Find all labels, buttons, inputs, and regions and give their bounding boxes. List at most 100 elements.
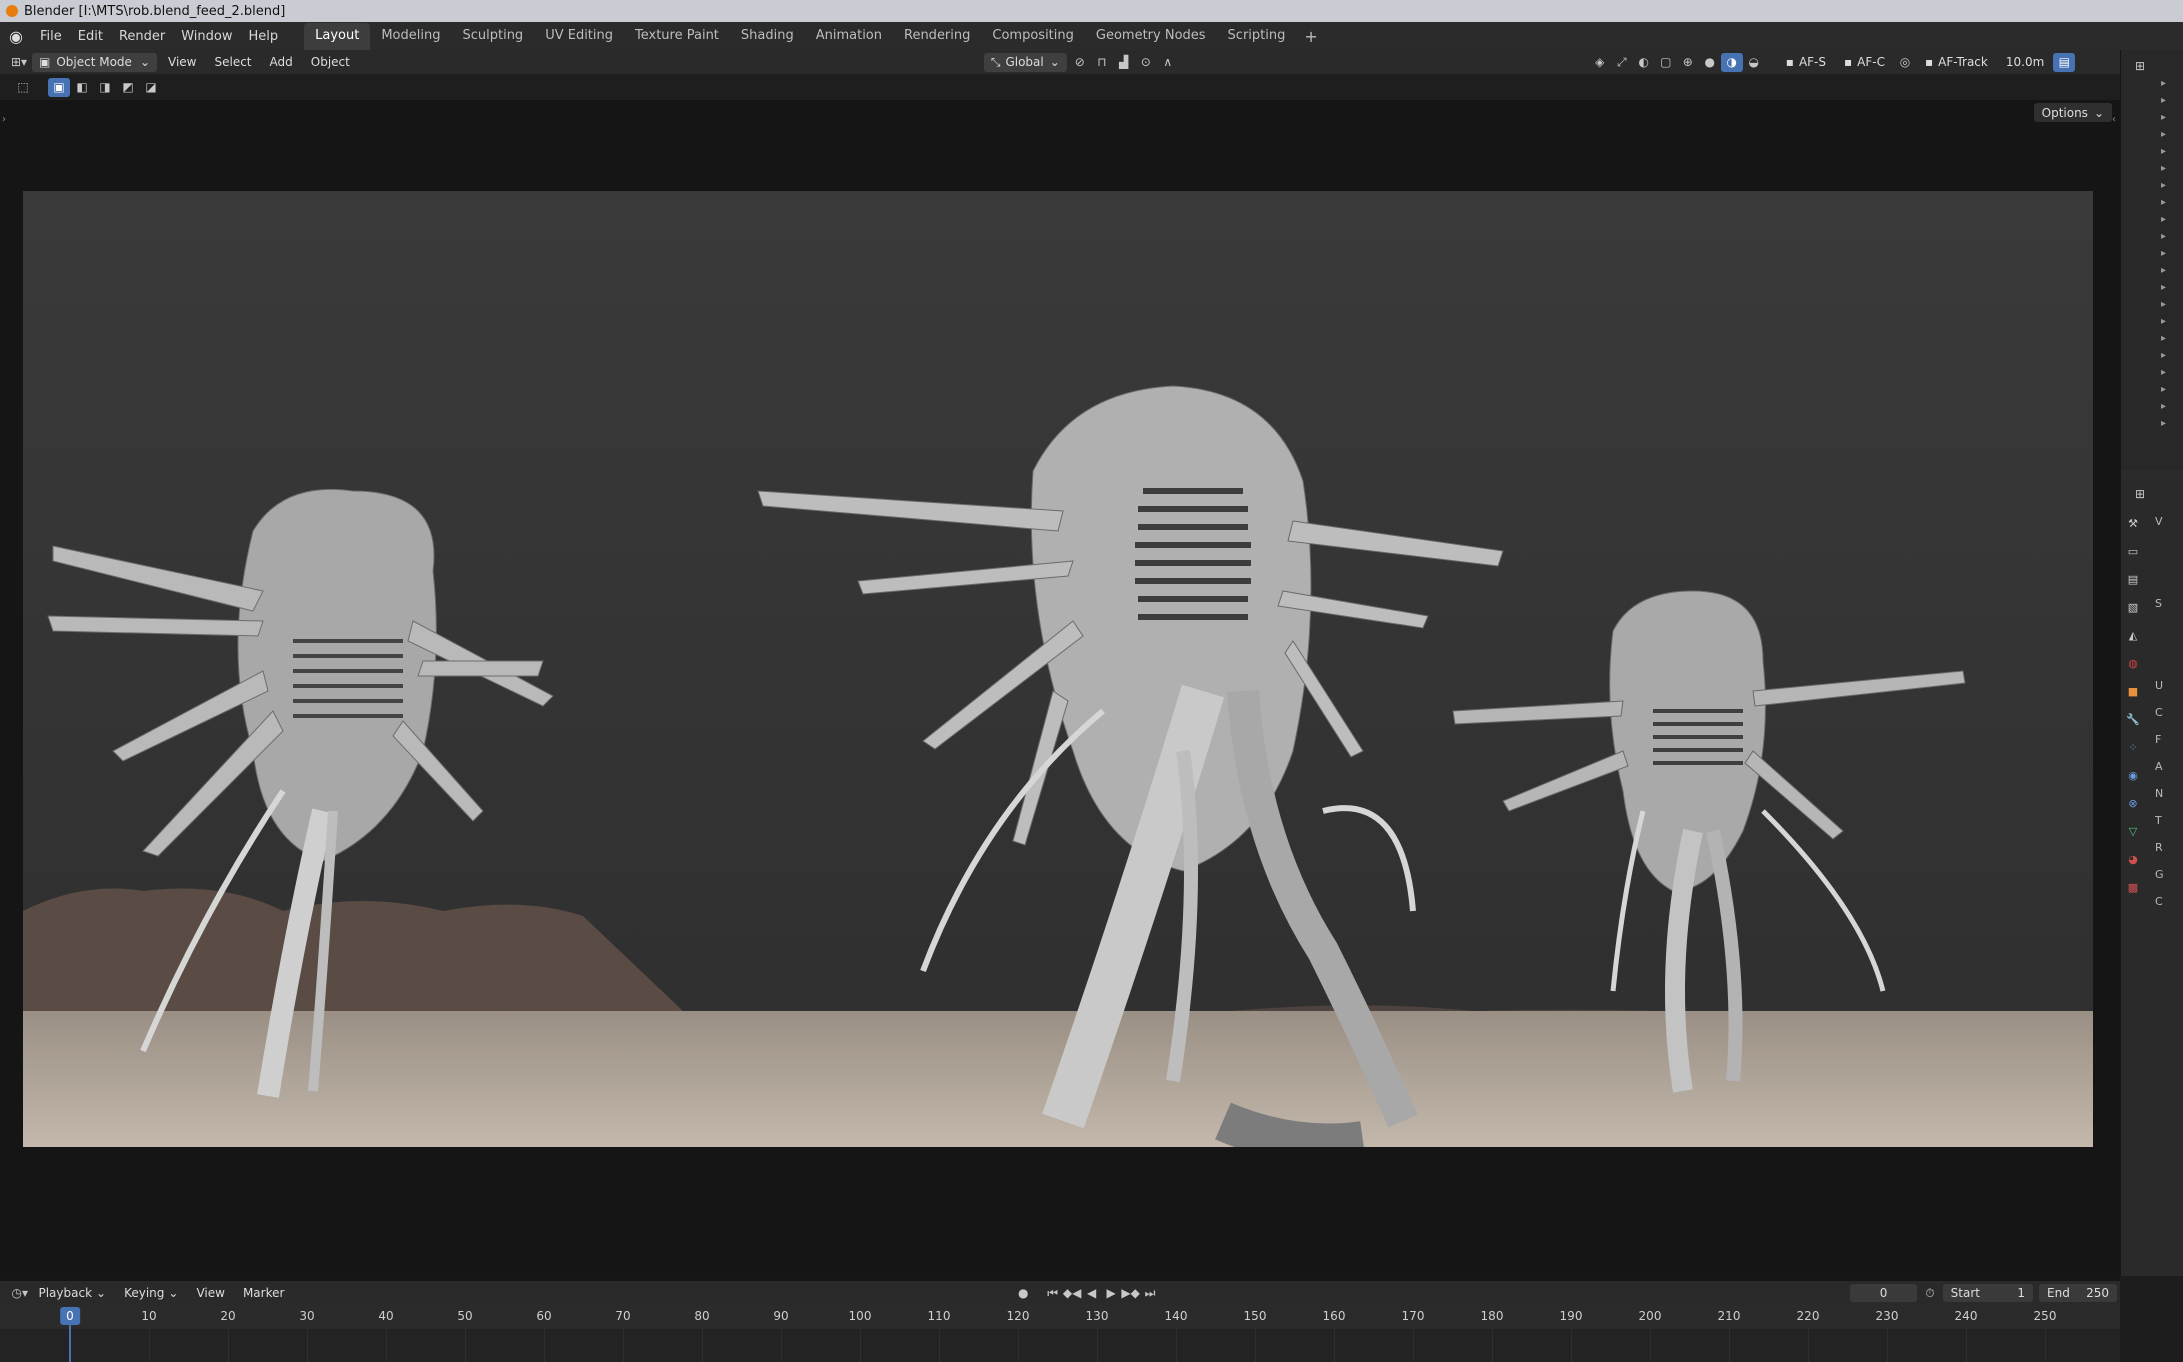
properties-editor[interactable]: ⊞ ⚒ ▭ ▤ ▧ ◭ ◍ ■ 🔧 ⁘ ◉ ⊗ ▽ ◕ ▩ V S U C F … (2121, 478, 2183, 1276)
select-intersect-icon[interactable]: ◪ (140, 78, 162, 97)
outliner-row[interactable]: ▸ (2121, 245, 2183, 262)
sidebar-expand-icon[interactable]: ‹ (2112, 114, 2116, 125)
tab-animation[interactable]: Animation (805, 23, 893, 50)
rendered-shading-icon[interactable]: ◒ (1743, 53, 1765, 72)
timeline-menu-view[interactable]: View (189, 1284, 231, 1303)
focus-distance[interactable]: 10.0m (1999, 53, 2051, 72)
wireframe-shading-icon[interactable]: ⊕ (1677, 53, 1699, 72)
prev-keyframe-icon[interactable]: ◆◀ (1062, 1284, 1081, 1303)
select-new-icon[interactable]: ▣ (48, 77, 70, 97)
output-tab-icon[interactable]: ▤ (2124, 570, 2142, 588)
clock-icon[interactable]: ◷▾ (10, 1284, 29, 1303)
tab-uv-editing[interactable]: UV Editing (534, 23, 624, 50)
tab-texture-paint[interactable]: Texture Paint (624, 23, 730, 50)
outliner-editor-icon[interactable]: ⊞ (2129, 56, 2151, 75)
menu-edit[interactable]: Edit (70, 25, 111, 48)
menu-help[interactable]: Help (241, 25, 287, 48)
play-reverse-icon[interactable]: ◀ (1082, 1284, 1101, 1303)
outliner-row[interactable]: ▸ (2121, 398, 2183, 415)
menu-view[interactable]: View (161, 53, 203, 72)
tab-scripting[interactable]: Scripting (1217, 23, 1297, 50)
panel-header[interactable]: S (2147, 590, 2183, 617)
outliner-row[interactable]: ▸ (2121, 177, 2183, 194)
texture-tab-icon[interactable]: ▩ (2124, 878, 2142, 896)
outliner-row[interactable]: ▸ (2121, 194, 2183, 211)
pivot-point-icon[interactable]: ⊘ (1069, 53, 1091, 72)
outliner-row[interactable]: ▸ (2121, 347, 2183, 364)
outliner-row[interactable]: ▸ (2121, 313, 2183, 330)
material-shading-icon[interactable]: ◑ (1720, 52, 1743, 72)
menu-add[interactable]: Add (263, 53, 300, 72)
editor-type-icon[interactable]: ⊞▾ (8, 53, 30, 72)
tool-tab-icon[interactable]: ⚒ (2124, 514, 2142, 532)
menu-select[interactable]: Select (207, 53, 258, 72)
select-subtract-icon[interactable]: ◨ (94, 78, 116, 97)
add-workspace-button[interactable]: + (1296, 23, 1325, 50)
outliner-row[interactable]: ▸ (2121, 415, 2183, 432)
outliner-row[interactable]: ▸ (2121, 330, 2183, 347)
scene-tab-icon[interactable]: ◭ (2124, 626, 2142, 644)
timeline-menu-marker[interactable]: Marker (236, 1284, 291, 1303)
toolbar-expand-icon[interactable]: › (2, 114, 6, 125)
af-track-button[interactable]: ▪ AF-Track (1918, 53, 1995, 72)
outliner-row[interactable]: ▸ (2121, 279, 2183, 296)
tab-layout[interactable]: Layout (304, 22, 371, 50)
panel-header[interactable]: G (2147, 861, 2183, 888)
visibility-icon[interactable]: ◈ (1589, 53, 1611, 72)
outliner-row[interactable]: ▸ (2121, 109, 2183, 126)
outliner-row[interactable]: ▸ (2121, 296, 2183, 313)
select-tool-icon[interactable]: ⬚ (12, 78, 34, 97)
outliner-row[interactable]: ▸ (2121, 262, 2183, 279)
panel-header[interactable]: T (2147, 807, 2183, 834)
world-tab-icon[interactable]: ◍ (2124, 654, 2142, 672)
snap-target-icon[interactable]: ▟ (1113, 53, 1135, 72)
outliner-row[interactable]: ▸ (2121, 126, 2183, 143)
play-icon[interactable]: ▶ (1101, 1284, 1120, 1303)
3d-viewport[interactable]: Options ⌄ › ‹ (0, 100, 2120, 1276)
outliner-row[interactable]: ▸ (2121, 160, 2183, 177)
physics-tab-icon[interactable]: ◉ (2124, 766, 2142, 784)
xray-icon[interactable]: ▢ (1655, 53, 1677, 72)
stopwatch-icon[interactable]: ⏱ (1920, 1284, 1939, 1303)
record-icon[interactable]: ● (1013, 1284, 1032, 1303)
panel-header[interactable]: C (2147, 699, 2183, 726)
render-tab-icon[interactable]: ▭ (2124, 542, 2142, 560)
constraints-tab-icon[interactable]: ⊗ (2124, 794, 2142, 812)
next-keyframe-icon[interactable]: ▶◆ (1121, 1284, 1140, 1303)
outliner-row[interactable]: ▸ (2121, 92, 2183, 109)
menu-window[interactable]: Window (173, 25, 240, 48)
falloff-icon[interactable]: ∧ (1157, 53, 1179, 72)
end-frame-field[interactable]: End 250 (2039, 1284, 2118, 1302)
keying-dropdown[interactable]: Keying ⌄ (117, 1284, 185, 1303)
panel-header[interactable]: F (2147, 726, 2183, 753)
view-layer-tab-icon[interactable]: ▧ (2124, 598, 2142, 616)
outliner[interactable]: ⊞ ▸ ▸ ▸ ▸ ▸ ▸ ▸ ▸ ▸ ▸ ▸ ▸ ▸ ▸ ▸ ▸ ▸ ▸ ▸ … (2121, 50, 2183, 470)
current-frame-field[interactable]: 0 (1849, 1284, 1918, 1302)
af-s-button[interactable]: ▪ AF-S (1779, 53, 1833, 72)
toggle-panel-icon[interactable]: ▤ (2053, 52, 2076, 72)
tab-geometry-nodes[interactable]: Geometry Nodes (1085, 23, 1217, 50)
overlay-icon[interactable]: ◐ (1633, 53, 1655, 72)
playhead-line[interactable] (69, 1325, 71, 1362)
particles-tab-icon[interactable]: ⁘ (2124, 738, 2142, 756)
options-dropdown[interactable]: Options ⌄ (2033, 103, 2112, 122)
gizmo-icon[interactable]: ⤢ (1611, 53, 1633, 72)
timeline-area[interactable]: 10 20 30 40 50 60 70 80 90 100 110 120 130 140 150 160 1… (0, 1305, 2120, 1362)
data-tab-icon[interactable]: ▽ (2124, 822, 2142, 840)
mode-dropdown[interactable]: ▣ Object Mode ⌄ (32, 52, 157, 72)
menu-file[interactable]: File (32, 25, 70, 48)
tab-modeling[interactable]: Modeling (370, 23, 451, 50)
menu-object[interactable]: Object (304, 53, 357, 72)
solid-shading-icon[interactable]: ● (1699, 53, 1721, 72)
tab-rendering[interactable]: Rendering (893, 23, 981, 50)
object-tab-icon[interactable]: ■ (2124, 682, 2142, 700)
material-tab-icon[interactable]: ◕ (2124, 850, 2142, 868)
blender-menu-icon[interactable]: ◉ (0, 22, 32, 50)
playback-dropdown[interactable]: Playback ⌄ (31, 1284, 113, 1303)
select-extend-icon[interactable]: ◧ (71, 78, 93, 97)
outliner-row[interactable]: ▸ (2121, 381, 2183, 398)
tab-shading[interactable]: Shading (730, 23, 805, 50)
panel-header[interactable]: N (2147, 780, 2183, 807)
outliner-row[interactable]: ▸ (2121, 211, 2183, 228)
jump-start-icon[interactable]: ⏮ (1043, 1284, 1062, 1303)
